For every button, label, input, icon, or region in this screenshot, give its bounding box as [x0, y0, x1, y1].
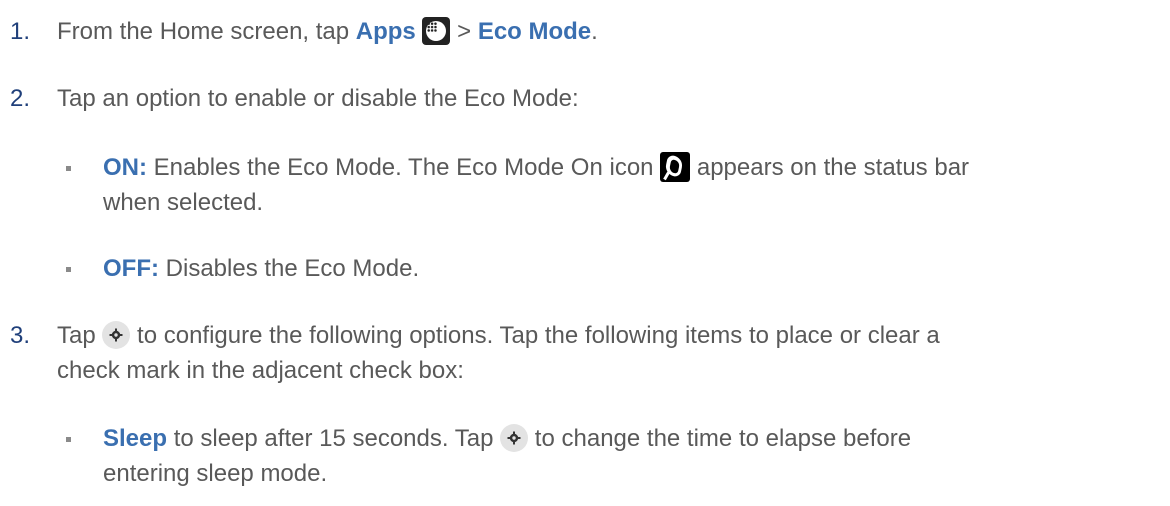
bullet-text: Sleep to sleep after 15 seconds. Tap to …	[103, 423, 912, 454]
text: Tap	[57, 322, 103, 349]
apps-label: Apps	[355, 18, 416, 45]
step-number: 1.	[10, 18, 31, 45]
on-label: ON:	[103, 154, 147, 181]
step-text: check mark in the adjacent check box:	[57, 357, 464, 384]
eco-mode-on-icon	[660, 151, 691, 182]
text: to configure the following options. Tap …	[130, 322, 940, 349]
bullet-marker	[66, 437, 71, 442]
bullet-text: entering sleep mode.	[103, 460, 328, 487]
text: Enables the Eco Mode. The Eco Mode On ic…	[147, 154, 661, 181]
bullet-text: when selected.	[103, 189, 264, 216]
step-number: 3.	[10, 322, 31, 349]
text: to change the time to elapse before	[528, 425, 912, 452]
sleep-label: Sleep	[103, 425, 168, 452]
step-text: Tap an option to enable or disable the E…	[57, 85, 579, 112]
text: appears on the status bar	[690, 154, 970, 181]
step-text: Tap to configure the following options. …	[57, 320, 940, 351]
off-label: OFF:	[103, 255, 159, 282]
bullet-marker	[66, 166, 71, 171]
instruction-document: 1. From the Home screen, tap Apps > Eco …	[0, 0, 1170, 506]
text: .	[591, 18, 598, 45]
bullet-text: ON: Enables the Eco Mode. The Eco Mode O…	[103, 151, 970, 184]
step-number: 2.	[10, 85, 31, 112]
apps-icon	[422, 16, 451, 45]
gear-icon	[102, 320, 131, 349]
separator: >	[450, 18, 478, 45]
bullet-marker	[66, 267, 71, 272]
gear-icon	[500, 423, 529, 452]
text: to sleep after 15 seconds. Tap	[167, 425, 501, 452]
text: From the Home screen, tap	[57, 18, 356, 45]
step-text: From the Home screen, tap Apps > Eco Mod…	[57, 16, 598, 47]
eco-mode-label: Eco Mode	[477, 18, 592, 45]
text: Disables the Eco Mode.	[158, 255, 420, 282]
bullet-text: OFF: Disables the Eco Mode.	[103, 254, 419, 284]
